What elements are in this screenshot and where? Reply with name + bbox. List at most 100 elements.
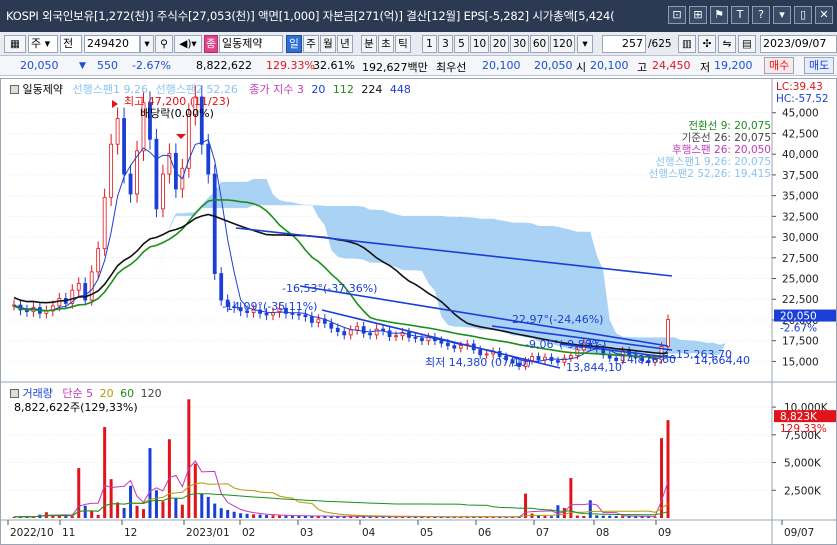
high-label: 고 bbox=[637, 61, 648, 74]
volume-bar bbox=[588, 500, 592, 518]
x-tick-label: 04 bbox=[362, 527, 376, 539]
volume-ratio: 129.33% bbox=[266, 59, 315, 72]
sell-button[interactable]: 매도 bbox=[804, 57, 835, 74]
stock-name-field[interactable]: 일동제약 bbox=[219, 35, 283, 53]
x-tick-label: 02 bbox=[242, 527, 255, 539]
candle-body bbox=[342, 331, 347, 336]
legend-ma-112: 112 bbox=[332, 83, 354, 96]
grid-view-icon[interactable]: ▦ bbox=[4, 35, 26, 53]
grid-icon[interactable]: ⊞ bbox=[689, 6, 707, 24]
sound-icon[interactable]: ◀)▾ bbox=[174, 35, 202, 53]
minute-5[interactable]: 5 bbox=[454, 35, 469, 53]
candle-body bbox=[355, 326, 360, 331]
x-tick-label: 11 bbox=[62, 527, 75, 539]
lc-label: LC:39.43 bbox=[776, 81, 823, 93]
candle-body bbox=[348, 329, 353, 336]
volume-bar bbox=[70, 516, 74, 518]
price-tick-label: 15,000 bbox=[782, 356, 819, 368]
help-icon[interactable]: ? bbox=[752, 6, 770, 24]
trend-label-3: -22,97°(-24,46%) bbox=[508, 313, 604, 326]
minute-dropdown-icon[interactable]: ▾ bbox=[577, 35, 593, 53]
minute-10[interactable]: 10 bbox=[470, 35, 489, 53]
interval-year[interactable]: 년 bbox=[337, 35, 353, 53]
volume-bar bbox=[265, 515, 269, 518]
volume-bar bbox=[290, 515, 294, 518]
compare-icon[interactable]: ⇋ bbox=[718, 35, 736, 53]
candle-body bbox=[361, 326, 366, 334]
text-icon[interactable]: T bbox=[731, 6, 749, 24]
x-tick-label: 07 bbox=[536, 527, 549, 539]
layout-icon[interactable]: ⊡ bbox=[668, 6, 686, 24]
volume-bar bbox=[57, 516, 61, 518]
chart-area[interactable]: 45,000 42,500 40,000 37,500 35,000 32,500 30,0… bbox=[0, 78, 837, 545]
bid-label: 최우선 bbox=[436, 61, 467, 74]
stock-color-tag[interactable]: 종 bbox=[204, 35, 218, 53]
volume-bar bbox=[284, 515, 288, 518]
volume-bar bbox=[524, 493, 528, 518]
market-select[interactable]: 전 bbox=[60, 35, 82, 53]
minute-20[interactable]: 20 bbox=[490, 35, 509, 53]
bar-chart-icon[interactable]: ▥ bbox=[678, 35, 696, 53]
volume-bar bbox=[213, 503, 217, 518]
x-tick-label: 12 bbox=[124, 527, 137, 539]
interval-second[interactable]: 초 bbox=[378, 35, 394, 53]
volume-bar bbox=[582, 516, 586, 518]
current-price: 20,050 bbox=[20, 59, 59, 72]
legend-stock-name: 일동제약 bbox=[22, 83, 63, 96]
minute-30[interactable]: 30 bbox=[510, 35, 529, 53]
candle-body bbox=[89, 271, 94, 301]
open-price: 20,100 bbox=[590, 59, 629, 72]
code-dropdown-icon[interactable]: ▾ bbox=[140, 35, 154, 53]
bid-price: 20,100 bbox=[482, 59, 521, 72]
page-count-input[interactable]: 257 bbox=[602, 35, 646, 53]
window-title: KOSPI 외국인보유[1,272(천)] 주식수[27,053(천)] 액면[… bbox=[6, 9, 615, 23]
interval-tick[interactable]: 틱 bbox=[395, 35, 411, 53]
search-icon[interactable]: ⚲ bbox=[155, 35, 173, 53]
trend-point-1: 13,844,10 bbox=[566, 361, 622, 374]
legend-ma-224: 224 bbox=[361, 83, 383, 96]
volume-bar bbox=[109, 479, 113, 518]
interval-day[interactable]: 일 bbox=[286, 35, 302, 53]
volume-bar bbox=[614, 516, 618, 518]
crosshair-icon[interactable]: ✣ bbox=[698, 35, 716, 53]
legend-ma-448: 448 bbox=[389, 83, 411, 96]
interval-week[interactable]: 주 bbox=[303, 35, 319, 53]
interval-minute[interactable]: 분 bbox=[361, 35, 377, 53]
volume-bar bbox=[148, 448, 152, 518]
minute-1[interactable]: 1 bbox=[422, 35, 437, 53]
close-icon[interactable]: ✕ bbox=[815, 6, 833, 24]
volume-bar bbox=[226, 510, 230, 518]
candle-body bbox=[445, 342, 450, 347]
candle-body bbox=[452, 345, 457, 349]
low-price: 19,200 bbox=[714, 59, 753, 72]
volume-bar bbox=[122, 508, 126, 518]
settings-grid-icon[interactable]: ▤ bbox=[738, 35, 756, 53]
trend-label-2: -14,09°(-35,11%) bbox=[222, 300, 318, 313]
minute-60[interactable]: 60 bbox=[530, 35, 549, 53]
stock-code-input[interactable]: 249420 bbox=[84, 35, 140, 53]
interval-month[interactable]: 월 bbox=[320, 35, 336, 53]
volume-bar bbox=[297, 515, 301, 518]
volume-bar bbox=[621, 516, 625, 518]
volume-bar bbox=[174, 498, 178, 518]
maximize-icon[interactable]: ▯ bbox=[794, 6, 812, 24]
buy-button[interactable]: 매수 bbox=[764, 57, 795, 74]
volume-bar bbox=[666, 420, 670, 518]
volume-bar bbox=[258, 514, 262, 518]
legend-box-icon[interactable] bbox=[10, 85, 19, 94]
candle-body bbox=[96, 248, 101, 273]
volume-bar bbox=[543, 516, 547, 518]
volume-bar bbox=[219, 508, 223, 518]
volume-legend-box-icon[interactable] bbox=[10, 389, 19, 398]
legend-ma-20: 20 bbox=[311, 83, 326, 96]
date-input[interactable]: 2023/09/07 bbox=[760, 35, 837, 53]
period-select[interactable]: 주 ▾ bbox=[28, 35, 58, 53]
candle-body bbox=[219, 273, 224, 301]
menu-icon[interactable]: ▾ bbox=[773, 6, 791, 24]
window-buttons: ⊡ ⊞ ⚑ T ? ▾ ▯ ✕ bbox=[668, 6, 833, 24]
flag-icon[interactable]: ⚑ bbox=[710, 6, 728, 24]
candle-body bbox=[368, 332, 373, 336]
ask-price: 20,050 bbox=[534, 59, 573, 72]
minute-120[interactable]: 120 bbox=[550, 35, 575, 53]
minute-3[interactable]: 3 bbox=[438, 35, 453, 53]
